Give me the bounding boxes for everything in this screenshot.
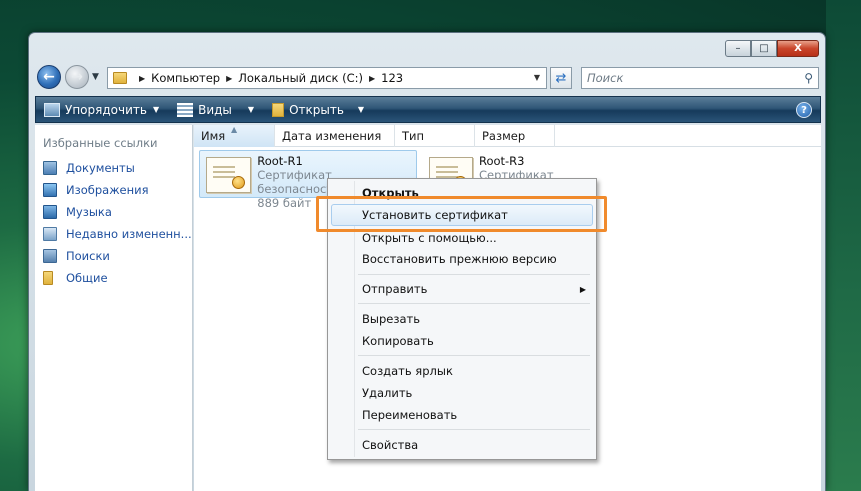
address-dropdown-icon[interactable]: ▼ bbox=[534, 73, 540, 82]
sidebar-item-label: Поиски bbox=[66, 249, 110, 263]
menu-item-create-shortcut[interactable]: Создать ярлык bbox=[362, 362, 453, 380]
command-toolbar: Упорядочить ▼ Виды ▼ Открыть ▼ ? bbox=[35, 96, 821, 123]
chevron-down-icon: ▼ bbox=[357, 105, 365, 114]
certificate-icon bbox=[206, 157, 252, 193]
chevron-right-icon[interactable]: ▶ bbox=[369, 74, 375, 83]
menu-item-delete[interactable]: Удалить bbox=[362, 384, 412, 402]
sidebar-item-label: Музыка bbox=[66, 205, 112, 219]
file-name: Root-R1 bbox=[257, 154, 303, 168]
sidebar-item-searches[interactable]: Поиски bbox=[43, 249, 110, 263]
recent-icon bbox=[43, 227, 57, 241]
desktop-background-edge bbox=[826, 0, 861, 491]
highlight-frame bbox=[316, 196, 607, 232]
documents-icon bbox=[43, 161, 57, 175]
chevron-down-icon: ▼ bbox=[152, 105, 160, 114]
arrow-right-icon: → bbox=[71, 69, 83, 85]
menu-separator bbox=[358, 274, 590, 275]
views-button[interactable]: Виды ▼ bbox=[177, 102, 255, 117]
sidebar-item-public[interactable]: Общие bbox=[43, 271, 108, 285]
help-icon: ? bbox=[801, 104, 807, 116]
sidebar-item-pictures[interactable]: Изображения bbox=[43, 183, 149, 197]
arrow-left-icon: ← bbox=[43, 69, 55, 85]
refresh-button[interactable]: ⇄ bbox=[550, 67, 572, 89]
organize-label: Упорядочить bbox=[65, 102, 147, 117]
open-label: Открыть bbox=[289, 102, 344, 117]
maximize-button[interactable]: □ bbox=[751, 40, 777, 57]
menu-separator bbox=[358, 303, 590, 304]
views-label: Виды bbox=[198, 102, 232, 117]
organize-icon bbox=[44, 102, 60, 117]
title-bar[interactable]: – □ X bbox=[29, 33, 825, 63]
column-header-name[interactable]: ▲ Имя bbox=[194, 125, 275, 147]
views-icon bbox=[177, 102, 194, 117]
menu-item-send-to[interactable]: Отправить bbox=[362, 280, 590, 298]
music-icon bbox=[43, 205, 57, 219]
searches-icon bbox=[43, 249, 57, 263]
recent-pages-dropdown[interactable]: ▼ bbox=[92, 72, 99, 82]
minimize-button[interactable]: – bbox=[725, 40, 751, 57]
sidebar-item-label: Документы bbox=[66, 161, 135, 175]
menu-separator bbox=[358, 429, 590, 430]
menu-item-cut[interactable]: Вырезать bbox=[362, 310, 420, 328]
folder-icon bbox=[113, 72, 127, 84]
help-button[interactable]: ? bbox=[796, 102, 812, 118]
menu-item-label: Отправить bbox=[362, 282, 428, 296]
menu-item-rename[interactable]: Переименовать bbox=[362, 406, 457, 424]
file-name: Root-R3 bbox=[478, 154, 525, 168]
navigation-pane: Избранные ссылки Документы Изображения М… bbox=[35, 125, 193, 491]
open-button[interactable]: Открыть ▼ bbox=[272, 102, 365, 117]
sidebar-item-label: Общие bbox=[66, 271, 108, 285]
sidebar-item-recent[interactable]: Недавно измененн... bbox=[43, 227, 192, 241]
sidebar-item-label: Изображения bbox=[66, 183, 149, 197]
seal-icon bbox=[232, 176, 246, 189]
breadcrumb-computer[interactable]: Компьютер bbox=[151, 71, 220, 85]
menu-item-properties[interactable]: Свойства bbox=[362, 436, 418, 454]
column-header-size[interactable]: Размер bbox=[475, 125, 555, 147]
breadcrumb-folder-123[interactable]: 123 bbox=[381, 71, 403, 85]
chevron-right-icon[interactable]: ▶ bbox=[139, 74, 145, 83]
chevron-right-icon[interactable]: ▶ bbox=[226, 74, 232, 83]
column-header-type[interactable]: Тип bbox=[395, 125, 475, 147]
column-label: Дата изменения bbox=[282, 129, 382, 143]
column-label: Имя bbox=[201, 129, 226, 143]
column-label: Размер bbox=[482, 129, 526, 143]
chevron-down-icon: ▼ bbox=[247, 105, 255, 114]
menu-item-restore-previous[interactable]: Восстановить прежнюю версию bbox=[362, 250, 557, 268]
search-icon[interactable]: ⚲ bbox=[804, 71, 813, 85]
column-header-date[interactable]: Дата изменения bbox=[275, 125, 395, 147]
sidebar-item-documents[interactable]: Документы bbox=[43, 161, 135, 175]
sidebar-item-music[interactable]: Музыка bbox=[43, 205, 112, 219]
favorite-links-heading: Избранные ссылки bbox=[43, 136, 158, 150]
column-label: Тип bbox=[402, 129, 425, 143]
menu-separator bbox=[358, 355, 590, 356]
breadcrumb-local-disk[interactable]: Локальный диск (C:) bbox=[238, 71, 363, 85]
sort-ascending-icon: ▲ bbox=[231, 125, 238, 134]
organize-button[interactable]: Упорядочить ▼ bbox=[44, 102, 160, 117]
navigation-bar: ← → ▼ ▶ Компьютер ▶ Локальный диск (C:) … bbox=[29, 63, 825, 93]
forward-button[interactable]: → bbox=[65, 65, 89, 89]
search-input[interactable]: Поиск ⚲ bbox=[581, 67, 819, 89]
window-controls: – □ X bbox=[725, 40, 819, 57]
public-folder-icon bbox=[43, 271, 53, 285]
pictures-icon bbox=[43, 183, 57, 197]
sidebar-item-label: Недавно измененн... bbox=[66, 227, 192, 241]
submenu-arrow-icon: ▶ bbox=[579, 285, 586, 294]
search-placeholder: Поиск bbox=[587, 71, 624, 85]
close-button[interactable]: X bbox=[777, 40, 819, 57]
refresh-icon: ⇄ bbox=[555, 70, 567, 86]
back-button[interactable]: ← bbox=[37, 65, 61, 89]
column-header-row: ▲ Имя Дата изменения Тип Размер bbox=[194, 125, 821, 147]
address-bar[interactable]: ▶ Компьютер ▶ Локальный диск (C:) ▶ 123 … bbox=[107, 67, 547, 89]
menu-item-copy[interactable]: Копировать bbox=[362, 332, 434, 350]
breadcrumb: ▶ Компьютер ▶ Локальный диск (C:) ▶ 123 bbox=[133, 71, 403, 85]
folder-icon bbox=[272, 102, 285, 117]
